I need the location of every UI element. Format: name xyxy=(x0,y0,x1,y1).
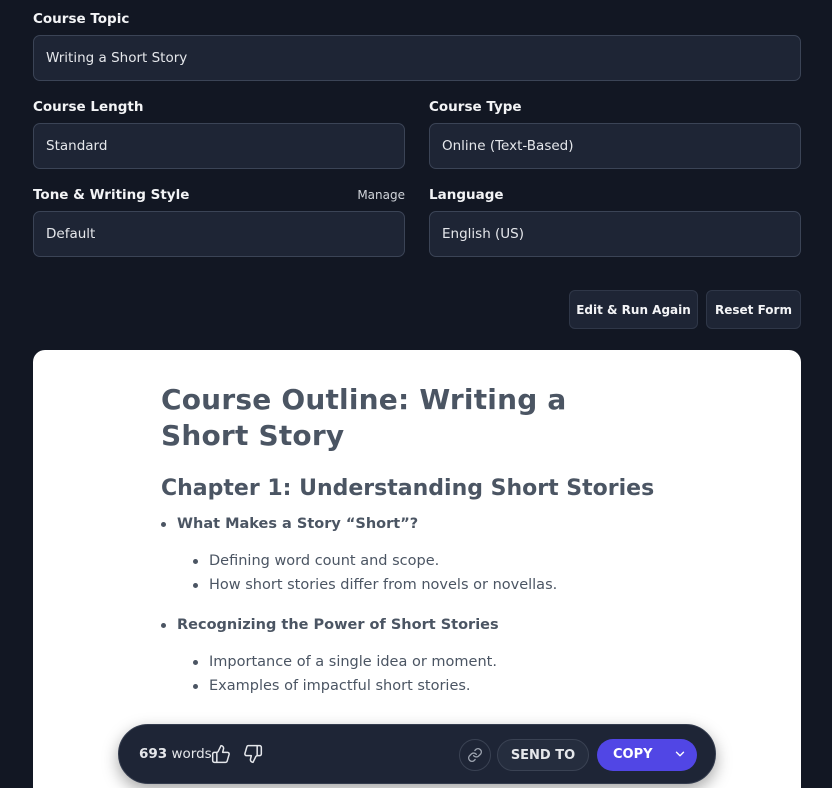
bullet-list: Defining word count and scope. How short… xyxy=(161,549,661,597)
copy-button[interactable]: COPY xyxy=(597,739,697,771)
copy-button-label: COPY xyxy=(613,747,653,762)
section-heading: What Makes a Story “Short”? xyxy=(161,514,661,534)
document-title: Course Outline: Writing a Short Story xyxy=(161,383,567,452)
course-type-value: Online (Text-Based) xyxy=(442,138,574,154)
output-document: Course Outline: Writing a Short Story Ch… xyxy=(33,350,801,788)
thumbs-down-icon[interactable] xyxy=(241,742,265,766)
reset-form-button[interactable]: Reset Form xyxy=(706,290,801,329)
chevron-down-icon[interactable] xyxy=(673,747,687,765)
list-item: Defining word count and scope. xyxy=(193,549,661,573)
bullet-list: Importance of a single idea or moment. E… xyxy=(161,650,661,698)
send-to-button[interactable]: SEND TO xyxy=(497,739,589,771)
tone-style-select[interactable]: Default xyxy=(33,211,405,257)
language-value: English (US) xyxy=(442,226,525,242)
word-count-label: words xyxy=(171,746,212,762)
word-count: 693 words xyxy=(139,746,212,762)
link-icon xyxy=(468,748,482,762)
thumbs-up-icon[interactable] xyxy=(209,742,233,766)
course-topic-label: Course Topic xyxy=(33,11,130,27)
course-length-value: Standard xyxy=(46,138,108,154)
language-select[interactable]: English (US) xyxy=(429,211,801,257)
list-item: Examples of impactful short stories. xyxy=(193,674,661,698)
output-action-bar: 693 words SEND TO COPY xyxy=(118,724,716,784)
language-label: Language xyxy=(429,187,504,203)
course-topic-input[interactable]: Writing a Short Story xyxy=(33,35,801,81)
list-item: How short stories differ from novels or … xyxy=(193,573,661,597)
tone-style-label: Tone & Writing Style xyxy=(33,187,190,203)
word-count-number: 693 xyxy=(139,746,168,762)
tone-style-value: Default xyxy=(46,226,96,242)
course-type-label: Course Type xyxy=(429,99,522,115)
section-heading: Recognizing the Power of Short Stories xyxy=(161,615,661,635)
document-content: Course Outline: Writing a Short Story Ch… xyxy=(161,382,661,698)
course-length-label: Course Length xyxy=(33,99,144,115)
course-type-select[interactable]: Online (Text-Based) xyxy=(429,123,801,169)
copy-link-button[interactable] xyxy=(459,739,491,771)
course-length-select[interactable]: Standard xyxy=(33,123,405,169)
list-item: Importance of a single idea or moment. xyxy=(193,650,661,674)
manage-link[interactable]: Manage xyxy=(335,188,405,202)
course-topic-value: Writing a Short Story xyxy=(46,50,188,66)
edit-run-again-button[interactable]: Edit & Run Again xyxy=(569,290,698,329)
chapter-heading: Chapter 1: Understanding Short Stories xyxy=(161,476,655,501)
